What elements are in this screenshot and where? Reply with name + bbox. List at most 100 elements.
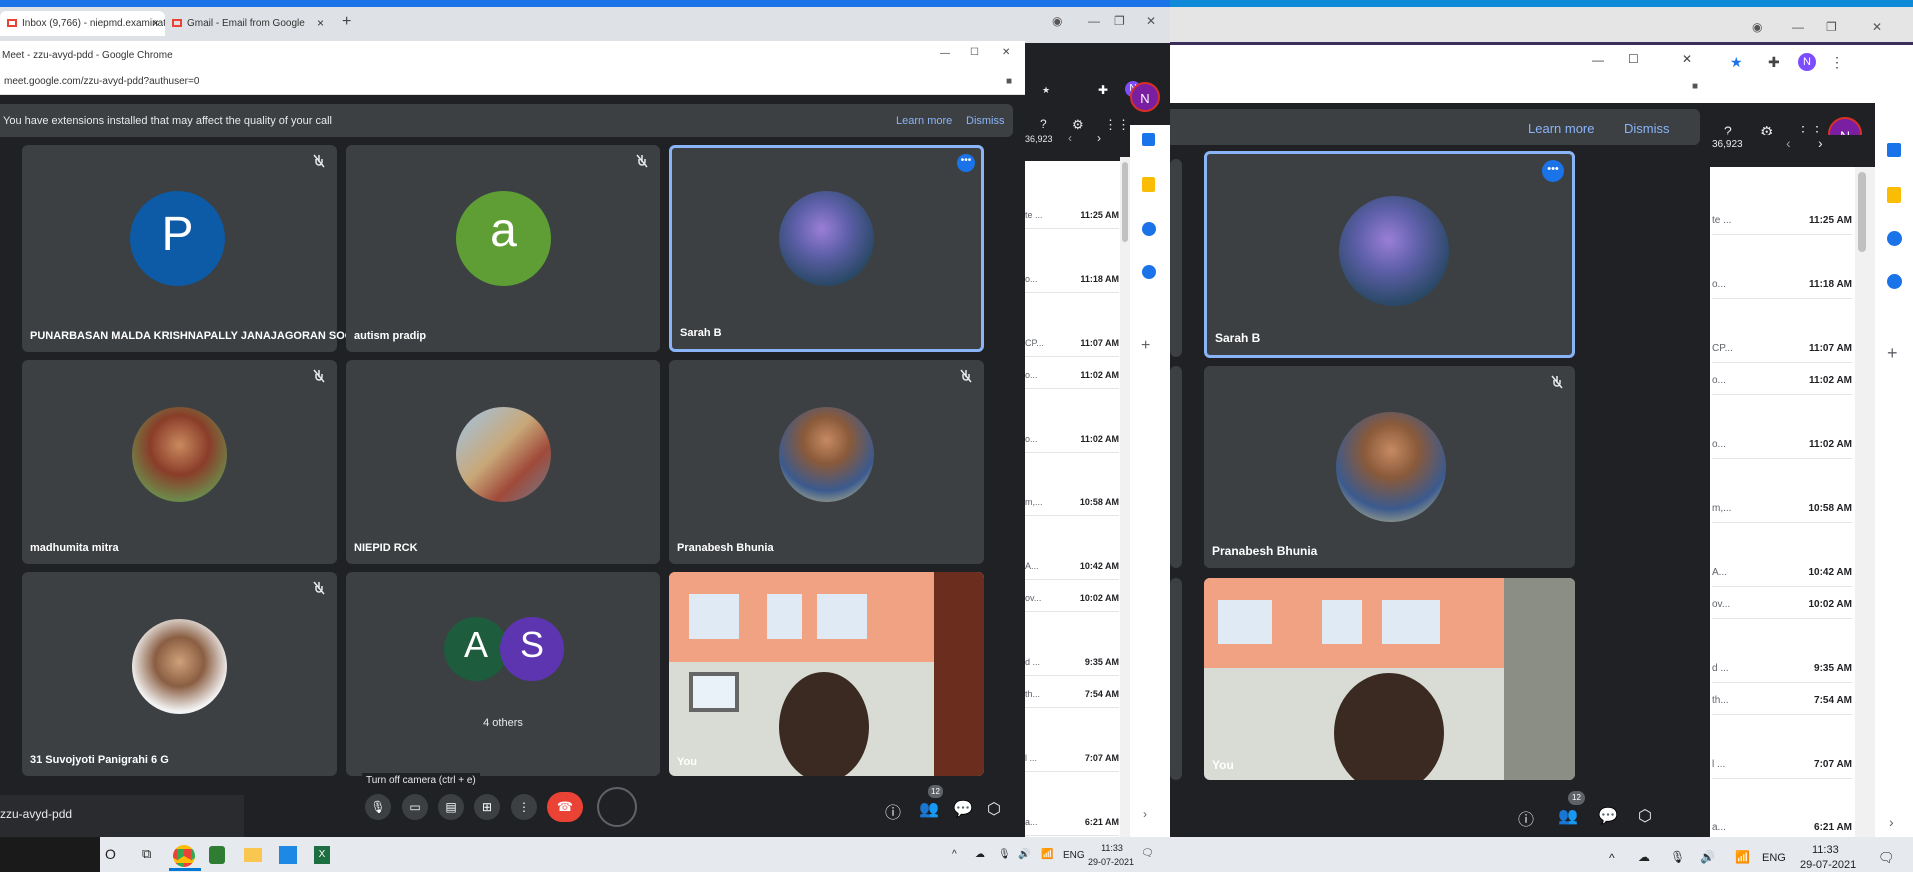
mail-row[interactable]: o... 11:02 AM	[1025, 370, 1119, 389]
prev-page-icon[interactable]: ‹	[1786, 135, 1791, 151]
contacts-icon[interactable]	[1142, 265, 1156, 279]
mail-row[interactable]: m,... 10:58 AM	[1025, 497, 1119, 516]
folder-icon[interactable]	[244, 848, 262, 862]
chat-icon[interactable]: 💬	[1598, 806, 1618, 826]
others-tile[interactable]: A S 4 others	[346, 572, 660, 776]
app-icon[interactable]	[279, 846, 297, 864]
self-video-tile[interactable]: You	[1204, 578, 1575, 780]
onedrive-icon[interactable]: ☁	[975, 849, 985, 860]
participant-tile[interactable]: 31 Suvojyoti Panigrahi 6 G	[22, 572, 337, 776]
language-indicator[interactable]: ENG	[1762, 852, 1786, 864]
maximize-icon[interactable]: ☐	[1628, 52, 1639, 66]
participant-tile-active[interactable]: ••• Sarah B	[1204, 151, 1575, 358]
mail-row[interactable]: th... 7:54 AM	[1025, 689, 1119, 708]
mail-row[interactable]: ov... 10:02 AM	[1025, 593, 1119, 612]
more-options-button[interactable]: ⋮	[511, 794, 537, 820]
star-icon[interactable]: ★	[1042, 85, 1050, 96]
volume-icon[interactable]: 🔊	[1700, 850, 1715, 864]
people-icon[interactable]: 👥	[919, 799, 939, 819]
app-icon[interactable]	[209, 846, 225, 864]
participant-tile[interactable]: a autism pradip	[346, 145, 660, 352]
close-icon[interactable]: ×	[317, 16, 324, 30]
mail-row[interactable]: te ... 11:25 AM	[1712, 215, 1852, 235]
leave-call-button[interactable]: ☎	[547, 792, 583, 822]
camera-button[interactable]: ▭	[402, 794, 428, 820]
volume-icon[interactable]: 🔊	[1018, 849, 1030, 860]
apps-icon[interactable]: ⋮⋮	[1104, 117, 1130, 133]
mail-row[interactable]: a... 6:21 AM	[1025, 817, 1119, 836]
language-indicator[interactable]: ENG	[1063, 850, 1085, 861]
avatar[interactable]: N	[1798, 53, 1816, 71]
tray-up-arrow-icon[interactable]: ^	[952, 849, 957, 860]
maximize-icon[interactable]: ☐	[970, 47, 979, 58]
network-icon[interactable]: 📶	[1735, 850, 1750, 864]
onedrive-icon[interactable]: ☁	[1638, 850, 1650, 864]
mail-row[interactable]: CP... 11:07 AM	[1712, 343, 1852, 363]
mail-row[interactable]: A... 10:42 AM	[1025, 561, 1119, 580]
tab-inbox[interactable]: Inbox (9,766) - niepmd.examinati ×	[0, 11, 165, 36]
gmail-avatar[interactable]: N	[1130, 82, 1160, 112]
close-icon[interactable]: ×	[152, 16, 159, 30]
tasks-icon[interactable]	[1142, 222, 1156, 236]
calendar-icon[interactable]	[1887, 143, 1901, 157]
tray-up-arrow-icon[interactable]: ^	[1609, 851, 1615, 865]
network-icon[interactable]: 📶	[1041, 849, 1053, 860]
keep-icon[interactable]	[1887, 187, 1901, 203]
mail-row[interactable]: o... 11:18 AM	[1712, 279, 1852, 299]
close-window-icon[interactable]: ✕	[1146, 14, 1156, 28]
camera-indicator-icon[interactable]: ■	[1006, 76, 1012, 87]
close-window-icon[interactable]: ✕	[1682, 52, 1692, 66]
notifications-icon[interactable]: 🗨	[1878, 850, 1895, 866]
next-page-icon[interactable]: ›	[1097, 131, 1101, 145]
gmail-scroll-thumb[interactable]	[1858, 172, 1866, 252]
mail-row[interactable]: a... 6:21 AM	[1712, 822, 1852, 835]
next-page-icon[interactable]: ›	[1818, 135, 1823, 151]
mic-icon[interactable]: 🎙	[998, 849, 1011, 860]
gmail-scrollbar[interactable]	[1855, 167, 1875, 837]
dismiss-button[interactable]: Dismiss	[966, 115, 1005, 127]
learn-more-link[interactable]: Learn more	[896, 115, 952, 127]
mail-row[interactable]: o... 11:02 AM	[1025, 434, 1119, 453]
extensions-icon[interactable]: ✚	[1098, 83, 1108, 97]
participant-tile[interactable]: P PUNARBASAN MALDA KRISHNAPALLY JANAJAGO…	[22, 145, 377, 352]
help-icon[interactable]: ?	[1040, 117, 1047, 131]
camera-indicator-icon[interactable]: ■	[1692, 81, 1698, 92]
participant-tile[interactable]: NIEPID RCK	[346, 360, 660, 564]
notifications-icon[interactable]: 🗨	[1141, 848, 1154, 859]
expand-panel-icon[interactable]: ›	[1143, 807, 1147, 821]
mail-row[interactable]: m,... 10:58 AM	[1712, 503, 1852, 523]
gear-icon[interactable]: ⚙	[1072, 117, 1084, 133]
new-tab-button[interactable]: +	[342, 13, 351, 31]
chrome-icon[interactable]	[173, 845, 195, 867]
task-view-icon[interactable]: ⧉	[142, 846, 151, 862]
present-button[interactable]: ⊞	[474, 794, 500, 820]
mail-row[interactable]: th... 7:54 AM	[1712, 695, 1852, 715]
minimize-icon[interactable]: —	[1792, 20, 1804, 34]
close-window-icon[interactable]: ✕	[1872, 20, 1882, 34]
add-addon-icon[interactable]: +	[1141, 337, 1150, 355]
mail-row[interactable]: d ... 9:35 AM	[1712, 663, 1852, 683]
mic-icon[interactable]: 🎙	[1670, 850, 1685, 864]
keep-icon[interactable]	[1142, 177, 1155, 192]
mail-row[interactable]: l ... 7:07 AM	[1712, 759, 1852, 779]
gmail-scrollbar[interactable]	[1120, 157, 1130, 837]
mail-row[interactable]: ov... 10:02 AM	[1712, 599, 1852, 619]
participant-tile[interactable]: Pranabesh Bhunia	[669, 360, 984, 564]
info-icon[interactable]: ⓘ	[885, 799, 901, 823]
menu-icon[interactable]: ⋮	[1830, 54, 1844, 71]
search-button[interactable]: O	[105, 846, 116, 862]
dismiss-button[interactable]: Dismiss	[1624, 121, 1670, 136]
captions-button[interactable]: ▤	[438, 794, 464, 820]
participant-tile[interactable]: Pranabesh Bhunia	[1204, 366, 1575, 568]
activities-icon[interactable]: ⬡	[987, 799, 1001, 819]
mail-row[interactable]: A... 10:42 AM	[1712, 567, 1852, 587]
clock-date[interactable]: 29-07-2021	[1800, 859, 1856, 871]
gmail-scroll-thumb[interactable]	[1122, 162, 1128, 242]
participant-tile[interactable]: madhumita mitra	[22, 360, 337, 564]
participant-tile-active[interactable]: ••• Sarah B	[669, 145, 984, 352]
people-icon[interactable]: 👥	[1558, 806, 1578, 826]
mail-row[interactable]: CP... 11:07 AM	[1025, 338, 1119, 357]
mail-row[interactable]: d ... 9:35 AM	[1025, 657, 1119, 676]
mail-row[interactable]: o... 11:02 AM	[1712, 375, 1852, 395]
mail-row[interactable]: l ... 7:07 AM	[1025, 753, 1119, 772]
